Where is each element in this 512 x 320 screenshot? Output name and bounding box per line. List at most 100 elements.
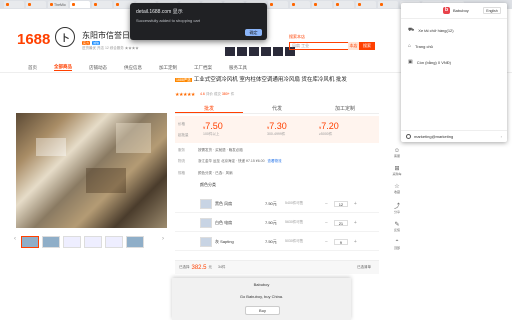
- price-tier: ¥7.50 100件以上: [203, 121, 223, 137]
- price-tab[interactable]: 代发: [243, 104, 311, 113]
- price-tier: ¥7.30 300-4999件: [267, 121, 287, 137]
- header-image[interactable]: [237, 47, 247, 56]
- sku-stock: 5630件可售: [285, 220, 304, 224]
- price-number: 7.20: [321, 121, 339, 131]
- minus-icon[interactable]: −: [325, 220, 328, 226]
- selected-list-link[interactable]: 已选清单: [357, 265, 371, 270]
- tab-title: TheMio: [54, 2, 66, 7]
- chevron-right-icon[interactable]: ›: [162, 236, 164, 242]
- extension-popup: b Babuboy English ⛟ Xe tải chở hàng(12) ⌂ T…: [401, 3, 507, 142]
- price-value: ¥7.50: [203, 121, 223, 131]
- quantity-input[interactable]: 21: [333, 219, 348, 226]
- product-stats: 4.6 评价 成交 380+ 件: [200, 92, 234, 97]
- search-shop-button[interactable]: 本店: [348, 42, 359, 50]
- dialog-buy-button[interactable]: Buy: [245, 306, 280, 315]
- header-image[interactable]: [225, 47, 235, 56]
- rating-stars: ★★★★★: [175, 92, 195, 98]
- home-icon: ⌂: [408, 43, 412, 49]
- page-root: TheMio 1688 卜 东阳市信誉日用品有 实力 诚信 进货最优 开店 12…: [0, 0, 512, 320]
- nav-item[interactable]: 店铺动态: [89, 65, 107, 71]
- popup-menu-item[interactable]: ⛟ Xe tải chở hàng(12): [408, 27, 454, 34]
- sku-image[interactable]: [200, 198, 212, 209]
- browser-tab[interactable]: [334, 1, 354, 8]
- nav-item[interactable]: 工厂档案: [194, 65, 212, 71]
- search-tab[interactable]: 搜索本店: [289, 34, 305, 40]
- price-tab[interactable]: 批发: [175, 104, 243, 113]
- nav-item[interactable]: 服务工具: [229, 65, 247, 71]
- sku-image[interactable]: [200, 236, 212, 247]
- thumbnail[interactable]: [105, 236, 123, 248]
- quantity-input[interactable]: 9: [333, 238, 348, 245]
- back-to-top-icon: ⌃: [394, 240, 400, 246]
- nav-item[interactable]: 供应信息: [124, 65, 142, 71]
- browser-tab[interactable]: [356, 1, 376, 8]
- quantity-input[interactable]: 12: [333, 200, 348, 207]
- thumbnail[interactable]: [126, 236, 144, 248]
- popup-user-row[interactable]: marketing@marketing ›: [401, 130, 507, 142]
- info-link[interactable]: 查看物流: [268, 159, 282, 163]
- price-tabs: 批发 代发 加工定制: [175, 104, 379, 114]
- shop-seal-logo: 卜: [55, 27, 75, 47]
- price-tab[interactable]: 加工定制: [311, 104, 379, 113]
- browser-tab[interactable]: [4, 1, 24, 8]
- nav-item[interactable]: 加工定制: [159, 65, 177, 71]
- shop-badges: 实力 诚信: [82, 41, 101, 45]
- price-value: ¥7.20: [319, 121, 339, 131]
- thumbnail[interactable]: [63, 236, 81, 248]
- price-tier: ¥7.20 ≥5000件: [319, 121, 339, 137]
- nav-item[interactable]: 首页: [28, 65, 37, 71]
- header-image[interactable]: [261, 47, 271, 56]
- float-item[interactable]: ⌃ 顶部: [394, 239, 400, 250]
- info-value: 按需发货 · 买就退 · 晚发必赔: [198, 148, 243, 152]
- plus-icon[interactable]: +: [354, 201, 357, 207]
- minus-icon[interactable]: −: [325, 239, 328, 245]
- alert-ok-button[interactable]: 确定: [245, 29, 262, 36]
- browser-tab[interactable]: [290, 1, 310, 8]
- float-label: 顶部: [393, 246, 400, 250]
- float-item[interactable]: ☆ 收藏: [394, 183, 400, 194]
- wallet-icon: ▣: [408, 59, 413, 65]
- popup-menu-item[interactable]: ⌂ Trang chủ: [408, 43, 433, 49]
- header-image[interactable]: [249, 47, 259, 56]
- browser-tab[interactable]: [268, 1, 288, 8]
- chevron-left-icon[interactable]: ‹: [14, 236, 16, 242]
- browser-tab[interactable]: [312, 1, 332, 8]
- product-main-image[interactable]: [16, 113, 167, 228]
- header-image[interactable]: [273, 47, 283, 56]
- float-item[interactable]: ✎ 反馈: [394, 221, 400, 232]
- thumbnail[interactable]: [21, 236, 39, 248]
- user-email: marketing@marketing: [414, 134, 454, 139]
- browser-tab[interactable]: TheMio: [48, 1, 68, 8]
- sold-count: 380+: [221, 92, 230, 96]
- browser-tab[interactable]: [70, 1, 90, 8]
- float-item[interactable]: ⊞ 采购车: [392, 165, 401, 176]
- search-button[interactable]: 搜索: [359, 42, 375, 50]
- browser-tab[interactable]: [378, 1, 398, 8]
- favicon-icon: [50, 3, 53, 6]
- price-min-qty: 300-4999件: [267, 132, 286, 136]
- thumbnail[interactable]: [84, 236, 102, 248]
- float-item[interactable]: ☺ 客服: [394, 148, 400, 158]
- cart-total: 382.5: [191, 264, 207, 271]
- image-highlight: [116, 123, 151, 153]
- price-min-qty: 100件以上: [203, 132, 220, 136]
- browser-tab[interactable]: [92, 1, 112, 8]
- sku-image[interactable]: [200, 217, 212, 228]
- plus-icon[interactable]: +: [354, 220, 357, 226]
- badge-trust: 诚信: [92, 41, 101, 45]
- badge-strength: 实力: [82, 41, 91, 45]
- minus-icon[interactable]: −: [325, 201, 328, 207]
- review-label[interactable]: 评价: [206, 92, 213, 96]
- sku-name: 白色 电扇: [215, 219, 233, 225]
- sku-price: 7.50元: [265, 200, 277, 206]
- language-select[interactable]: English: [483, 7, 501, 14]
- thumbnail[interactable]: [42, 236, 60, 248]
- browser-tab[interactable]: [26, 1, 46, 8]
- nav-item[interactable]: 全部商品: [54, 64, 72, 71]
- sku-row: 黑色 风扇 7.50元 5400件可售 −12 +: [175, 195, 379, 213]
- popup-menu-item[interactable]: ▣ Còn (bằng) 0 VNĐ): [408, 59, 451, 65]
- search-input[interactable]: 风扇 工业: [289, 42, 349, 50]
- float-item[interactable]: ⤴ 分享: [394, 201, 400, 214]
- site-logo[interactable]: 1688: [17, 31, 50, 48]
- plus-icon[interactable]: +: [354, 239, 357, 245]
